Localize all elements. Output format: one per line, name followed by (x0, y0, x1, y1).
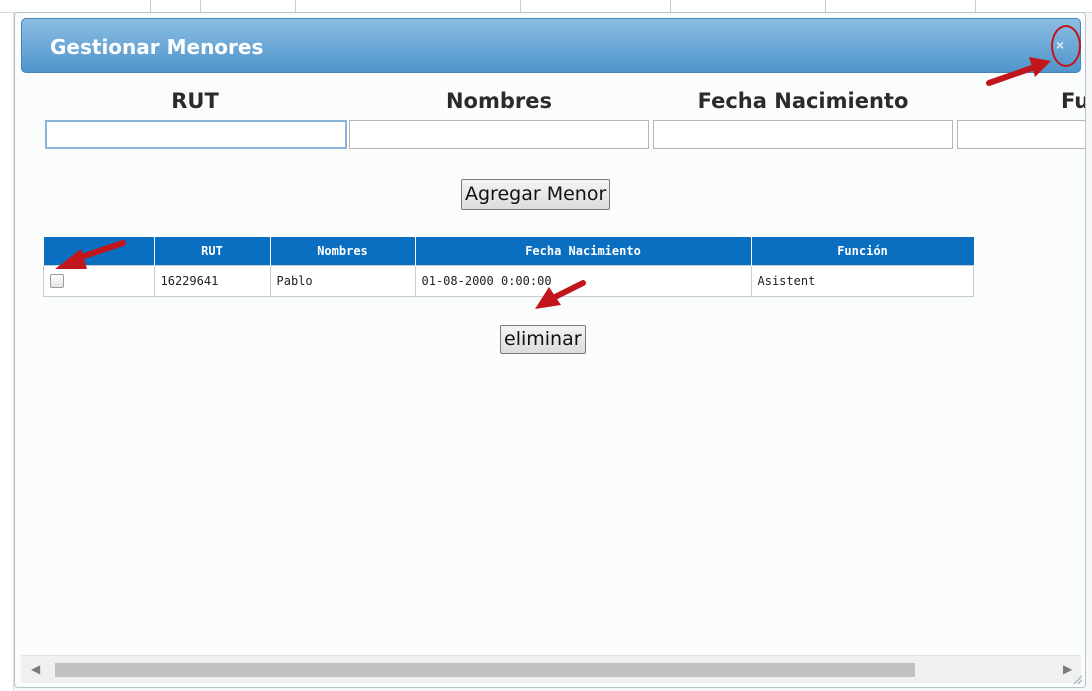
column-header-fecha: Fecha Nacimiento (415, 237, 752, 266)
annotation-circle (1051, 25, 1081, 67)
header-rut: RUT (171, 89, 219, 113)
dialog-title: Gestionar Menores (50, 35, 264, 59)
scroll-right-icon[interactable]: ▶ (1063, 662, 1072, 676)
header-fecha-nacimiento: Fecha Nacimiento (697, 89, 909, 113)
header-nombres: Nombres (445, 89, 552, 113)
dialog-title-bar[interactable]: Gestionar Menores × (21, 18, 1081, 73)
column-header-rut: RUT (154, 237, 271, 266)
cell-rut: 16229641 (153, 265, 271, 297)
gestionar-menores-dialog: Gestionar Menores × RUT Nombres Fecha Na… (14, 12, 1086, 688)
eliminar-button[interactable]: eliminar (500, 325, 586, 354)
fecha-nacimiento-input[interactable] (653, 120, 953, 149)
header-funcion: Fu (1061, 89, 1085, 113)
agregar-menor-button[interactable]: Agregar Menor (461, 179, 611, 210)
funcion-input[interactable] (957, 120, 1085, 149)
menores-table: RUT Nombres Fecha Nacimiento Función 162… (43, 237, 974, 297)
scrollbar-thumb[interactable] (55, 663, 915, 677)
cell-funcion: Asistent (750, 265, 974, 297)
annotation-arrow-close (986, 57, 1051, 86)
nombres-input[interactable] (349, 120, 649, 149)
background-page-edge (0, 0, 14, 691)
column-header-funcion: Función (751, 237, 974, 266)
scroll-left-icon[interactable]: ◀ (31, 662, 40, 676)
rut-input[interactable] (45, 120, 347, 149)
table-row[interactable]: 16229641 Pablo 01-08-2000 0:00:00 Asiste… (43, 265, 974, 297)
horizontal-scrollbar[interactable]: ◀ ▶ (21, 655, 1081, 683)
column-header-nombres: Nombres (270, 237, 416, 266)
resize-grip-icon[interactable] (1072, 674, 1082, 684)
annotation-arrow-checkbox (55, 240, 126, 269)
annotation-arrow-delete (535, 280, 586, 309)
cell-nombres: Pablo (269, 265, 416, 297)
